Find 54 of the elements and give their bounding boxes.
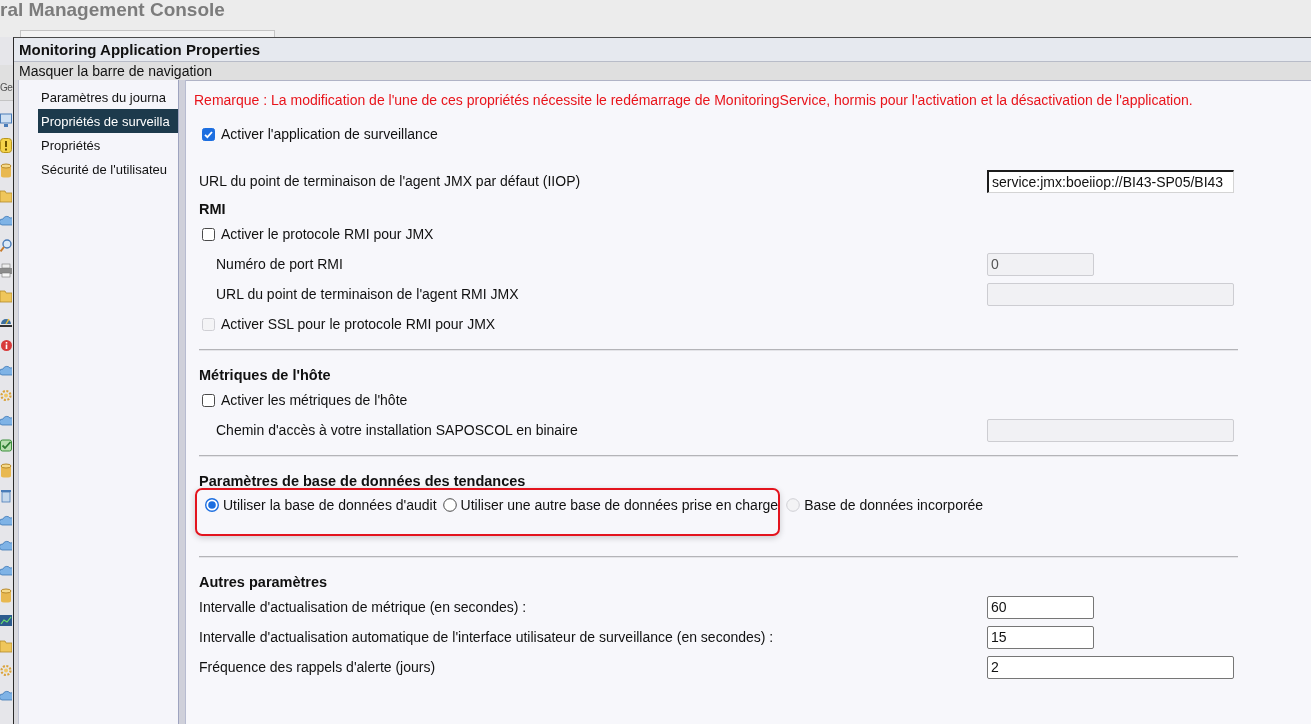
section-heading: Paramètres de base de données des tendances [199, 472, 526, 491]
dialog-title: Monitoring Application Properties [19, 41, 261, 58]
cloud-icon[interactable] [0, 213, 12, 228]
section-heading: Métriques de l'hôte [199, 366, 331, 385]
field-label: URL du point de terminaison de l'agent JMX par défaut (IIOP) [199, 173, 581, 189]
input-field[interactable]: service:jmx:boeiiop://BI43-SP05/BI43 [987, 169, 1234, 193]
nav-item[interactable]: Propriétés de surveilla [38, 109, 178, 133]
database-icon[interactable] [0, 588, 12, 603]
field-label: Intervalle d'actualisation automatique de l'interface utilisateur de surveillance (en secondes) : [199, 629, 774, 645]
field-label: Chemin d'accès à votre installation SAPOSCOL en binaire [216, 422, 578, 438]
sun-icon[interactable] [0, 388, 12, 403]
chart-icon[interactable] [0, 613, 12, 628]
input-field[interactable]: 15 [987, 625, 1094, 649]
radio-button[interactable] [205, 498, 219, 512]
section-heading: RMI [199, 200, 226, 219]
trash-icon[interactable] [0, 488, 12, 503]
cloud-icon[interactable] [0, 513, 12, 528]
cloud-icon[interactable] [0, 363, 12, 378]
radio-label[interactable]: Utiliser une autre base de données prise en charge [460, 497, 779, 513]
field-label: Numéro de port RMI [216, 256, 343, 272]
app-title: ral Management Console [0, 0, 225, 20]
hide-navigation-link[interactable]: Masquer la barre de navigation [19, 63, 212, 79]
database-icon[interactable] [0, 163, 12, 178]
database-icon[interactable] [0, 463, 12, 478]
input-field[interactable]: 2 [987, 655, 1234, 679]
field-label: Intervalle d'actualisation de métrique (en secondes) : [199, 599, 527, 615]
section-heading: Autres paramètres [199, 573, 328, 592]
info-icon[interactable] [0, 338, 12, 353]
sun-icon[interactable] [0, 663, 12, 678]
field-label: Fréquence des rappels d'alerte (jours) [199, 659, 436, 675]
field-label: URL du point de terminaison de l'agent RMI JMX [216, 286, 519, 302]
cloud-icon[interactable] [0, 413, 12, 428]
radio-button[interactable] [442, 498, 457, 512]
input-field[interactable]: 60 [987, 595, 1094, 619]
checkbox-label[interactable]: Activer les métriques de l'hôte [221, 392, 408, 408]
check-icon[interactable] [0, 438, 12, 453]
nav-item[interactable]: Sécurité de l'utilisateu [38, 157, 178, 181]
checkbox-label[interactable]: Activer le protocole RMI pour JMX [221, 226, 434, 242]
monitor-icon[interactable] [0, 113, 12, 128]
notice-text: Remarque : La modification de l'une de ces propriétés nécessite le redémarrage de MonitoringService, hormis pour l'activation et la désactivation de l'application. [194, 91, 1193, 109]
search-icon[interactable] [0, 238, 12, 253]
printer-icon[interactable] [0, 263, 12, 278]
checkbox[interactable] [202, 127, 215, 141]
radio-label[interactable]: Utiliser la base de données d'audit [223, 497, 437, 513]
cloud-icon[interactable] [0, 538, 12, 553]
nav-item[interactable]: Paramètres du journa [38, 85, 178, 109]
cloud-icon[interactable] [0, 563, 12, 578]
cloud-icon[interactable] [0, 688, 12, 703]
checkbox[interactable] [202, 227, 215, 241]
checkbox[interactable] [202, 393, 215, 407]
warning-icon[interactable] [0, 138, 12, 153]
checkbox-label[interactable]: Activer l'application de surveillance [221, 126, 438, 142]
panel-splitter[interactable] [178, 80, 186, 724]
nav-item[interactable]: Propriétés [38, 133, 178, 157]
